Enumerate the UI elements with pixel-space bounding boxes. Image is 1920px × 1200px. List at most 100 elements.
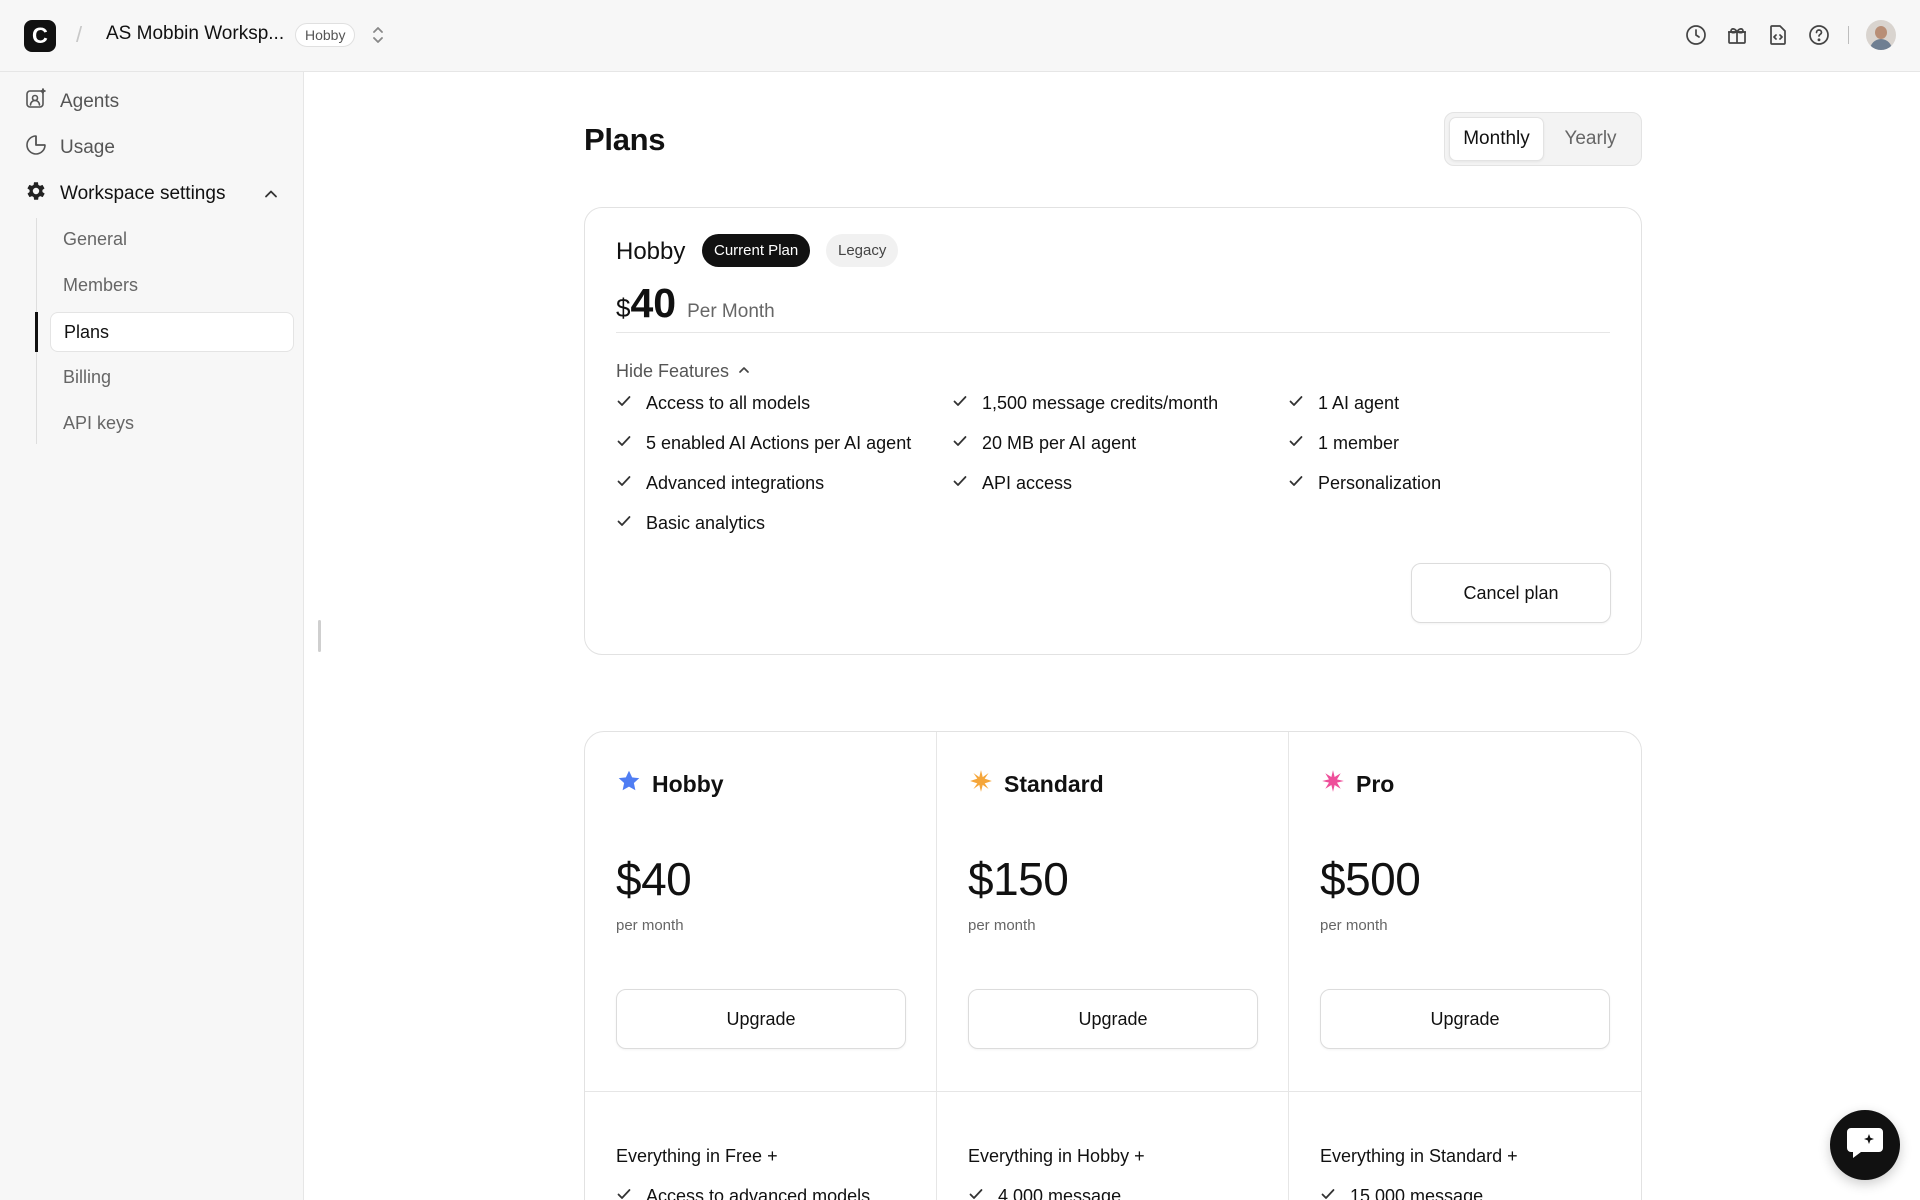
divider: [616, 332, 1610, 333]
check-icon: [616, 513, 632, 534]
price-amount: 40: [630, 280, 677, 326]
sidebar-item-label: Usage: [60, 137, 115, 158]
sidebar-item-workspace-settings[interactable]: Workspace settings: [24, 179, 225, 209]
plan-price: $150: [968, 853, 1069, 905]
sidebar-subitem-plans[interactable]: Plans: [50, 312, 294, 352]
divider: [937, 1091, 1288, 1092]
legacy-badge: Legacy: [826, 234, 899, 267]
sidebar-item-label: Agents: [60, 91, 120, 112]
check-icon: [616, 393, 632, 414]
price-period: Per Month: [687, 301, 775, 322]
feature-item: Access to advanced models: [616, 1186, 870, 1200]
plan-card-pro: Pro $500 per month Upgrade Everything in…: [1289, 732, 1641, 1200]
sidebar-subitem-api-keys[interactable]: API keys: [63, 408, 134, 438]
history-icon[interactable]: [1684, 23, 1708, 47]
usage-pie-icon: [24, 133, 48, 163]
feature-item: Advanced integrations: [616, 472, 952, 494]
hide-features-toggle[interactable]: Hide Features: [616, 361, 751, 382]
toggle-yearly[interactable]: Yearly: [1544, 117, 1637, 161]
toolbar-divider: [1848, 26, 1849, 44]
plan-period: per month: [616, 917, 684, 934]
app-logo[interactable]: C: [24, 20, 56, 52]
hide-features-label: Hide Features: [616, 361, 730, 381]
workspace-switcher-chevrons-icon[interactable]: [370, 24, 386, 46]
current-plan-name: Hobby: [616, 238, 686, 265]
plan-includes-heading: Everything in Free +: [616, 1146, 778, 1166]
check-icon: [952, 473, 968, 494]
code-file-icon[interactable]: [1766, 23, 1790, 47]
chevron-up-icon[interactable]: [262, 185, 280, 203]
plan-price: $40: [616, 853, 692, 905]
plan-includes-heading: Everything in Hobby +: [968, 1146, 1145, 1166]
submenu-active-indicator: [35, 312, 38, 352]
plans-comparison: Hobby $40 per month Upgrade Everything i…: [584, 731, 1642, 1200]
check-icon: [1320, 1186, 1336, 1200]
sidebar-subitem-billing[interactable]: Billing: [63, 362, 111, 392]
current-plan-price: $ 40 Per Month: [616, 280, 775, 327]
toggle-monthly[interactable]: Monthly: [1449, 117, 1544, 161]
help-icon[interactable]: [1807, 23, 1831, 47]
gear-icon: [24, 179, 48, 209]
feature-item: 1 member: [1288, 432, 1616, 454]
check-icon: [616, 433, 632, 454]
sparkle-icon: [968, 768, 994, 800]
chat-bubble-icon: [1845, 1125, 1885, 1166]
feature-text: 1 member: [1318, 432, 1400, 453]
sidebar-item-usage[interactable]: Usage: [24, 133, 115, 163]
feature-text: API access: [982, 472, 1073, 493]
page-title: Plans: [584, 122, 666, 157]
plan-period: per month: [968, 917, 1036, 934]
gift-icon[interactable]: [1725, 23, 1749, 47]
plan-card-hobby: Hobby $40 per month Upgrade Everything i…: [585, 732, 937, 1200]
feature-item: Access to all models: [616, 392, 952, 414]
top-bar: C / AS Mobbin Worksp... Hobby: [0, 0, 1920, 72]
breadcrumb-separator: /: [76, 22, 83, 47]
check-icon: [1288, 393, 1304, 414]
feature-item: 20 MB per AI agent: [952, 432, 1288, 454]
sidebar-subitem-general[interactable]: General: [63, 224, 127, 254]
sidebar: Agents Usage Workspace settings General …: [0, 72, 304, 1200]
user-avatar[interactable]: [1866, 20, 1896, 50]
upgrade-button[interactable]: Upgrade: [1320, 989, 1610, 1049]
plan-price: $500: [1320, 853, 1421, 905]
feature-list: Access to all models 1,500 message credi…: [616, 392, 1616, 534]
cancel-plan-button[interactable]: Cancel plan: [1411, 563, 1611, 623]
check-icon: [952, 393, 968, 414]
feature-text: 4,000 message: [998, 1186, 1122, 1200]
feature-item: 4,000 message: [968, 1186, 1121, 1200]
feature-item: 1,500 message credits/month: [952, 392, 1288, 414]
workspace-name[interactable]: AS Mobbin Worksp...: [106, 23, 284, 45]
chat-support-button[interactable]: [1830, 1110, 1900, 1180]
sidebar-resize-handle[interactable]: [318, 620, 321, 652]
divider: [1289, 1091, 1641, 1092]
feature-text: 15,000 message: [1350, 1186, 1484, 1200]
check-icon: [952, 433, 968, 454]
billing-period-toggle: Monthly Yearly: [1444, 112, 1642, 166]
sidebar-subitem-members[interactable]: Members: [63, 270, 138, 300]
plan-name: Pro: [1356, 770, 1395, 797]
feature-text: Personalization: [1318, 472, 1442, 493]
feature-text: Access to all models: [646, 392, 811, 413]
plan-includes-heading: Everything in Standard +: [1320, 1146, 1518, 1166]
current-plan-card: Hobby Current Plan Legacy $ 40 Per Month…: [584, 207, 1642, 655]
star-icon: [616, 768, 642, 800]
upgrade-button[interactable]: Upgrade: [616, 989, 906, 1049]
feature-item: Basic analytics: [616, 512, 952, 534]
upgrade-button[interactable]: Upgrade: [968, 989, 1258, 1049]
feature-item: API access: [952, 472, 1288, 494]
feature-item: 5 enabled AI Actions per AI agent: [616, 432, 952, 454]
plan-period: per month: [1320, 917, 1388, 934]
plan-name: Hobby: [652, 770, 724, 797]
check-icon: [616, 1186, 632, 1200]
feature-text: 5 enabled AI Actions per AI agent: [646, 432, 912, 453]
workspace-plan-badge: Hobby: [295, 23, 356, 47]
chevron-up-icon: [737, 361, 751, 382]
feature-text: Basic analytics: [646, 512, 766, 533]
price-currency: $: [616, 293, 631, 323]
current-plan-badge: Current Plan: [702, 234, 811, 267]
burst-icon: [1320, 768, 1346, 800]
check-icon: [616, 473, 632, 494]
sidebar-item-agents[interactable]: Agents: [24, 87, 119, 117]
check-icon: [1288, 433, 1304, 454]
check-icon: [1288, 473, 1304, 494]
